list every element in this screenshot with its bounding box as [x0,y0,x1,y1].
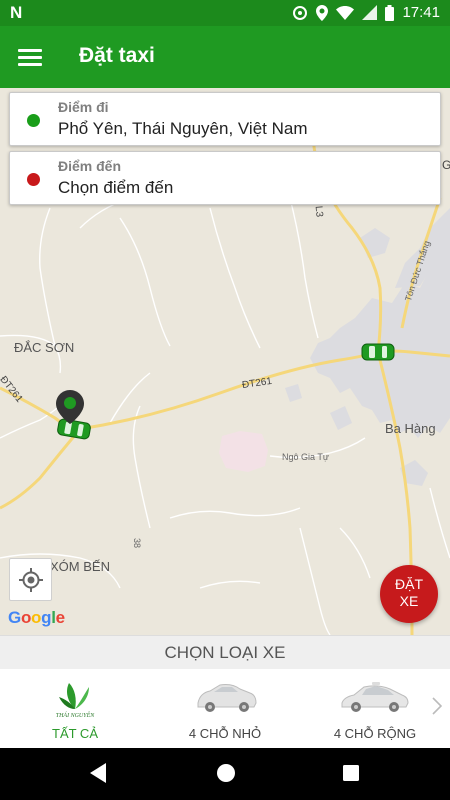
crosshair-icon [19,568,43,592]
status-bar: N 17:41 [0,0,450,26]
car-type-label: 4 CHỖ RỘNG [333,726,417,741]
signal-icon [362,5,378,20]
thai-nguyen-logo-icon: THÁI NGUYÊN [56,683,96,719]
map-label-xom-ben: XÓM BẾN [50,559,110,574]
car-type-label: 4 CHỖ NHỎ [188,726,262,741]
page-title: Đặt taxi [79,44,155,67]
car-type-all[interactable]: THÁI NGUYÊN TẤT CẢ [0,669,150,748]
clock: 17:41 [402,4,440,21]
back-icon[interactable] [88,762,108,784]
taxi-car-marker[interactable] [360,342,396,362]
google-logo: Google [8,608,65,627]
car-type-4-small[interactable]: 4 CHỖ NHỎ [150,669,300,748]
destination-value: Chọn điểm đến [58,178,174,197]
chevron-right-icon[interactable] [432,697,442,715]
destination-field[interactable]: Điểm đến Chọn điểm đến [9,151,441,205]
car-type-4-large[interactable]: 4 CHỖ RỘNG [300,669,450,748]
pickup-value: Phổ Yên, Thái Nguyên, Việt Nam [58,119,308,138]
map-view[interactable]: ĐẮC SƠN ĐT261 ĐT261 Ba Hàng Ngô Gia Tự T… [0,88,450,635]
destination-label: Điểm đến [58,158,122,174]
map-label-edge-g: G [442,158,450,172]
logo-text: THÁI NGUYÊN [56,711,96,719]
menu-icon[interactable] [12,42,48,72]
map-label-ngo-gia-tu: Ngô Gia Tự [282,452,329,462]
system-nav-bar [0,748,450,800]
small-car-icon [197,684,257,712]
pickup-dot-icon [27,114,40,127]
book-taxi-button[interactable]: ĐẶT XE [380,565,438,623]
book-button-line1: ĐẶT [395,576,423,592]
map-label-road-3: L3 [312,205,325,218]
sedan-car-icon [341,682,409,712]
home-icon[interactable] [215,762,237,784]
car-type-label: TẤT CẢ [52,726,98,741]
pickup-field[interactable]: Điểm đi Phổ Yên, Thái Nguyên, Việt Nam [9,92,441,146]
map-label-dac-son: ĐẮC SƠN [14,340,75,355]
book-button-line2: XE [399,593,419,609]
destination-dot-icon [27,173,40,186]
location-icon [316,4,329,21]
sync-icon [293,5,308,20]
pickup-pin-icon[interactable] [56,390,84,424]
car-type-list: THÁI NGUYÊN TẤT CẢ 4 CHỖ NHỎ 4 CHỖ RỘNG [0,669,450,748]
map-label-ba-hang: Ba Hàng [385,421,436,436]
recents-icon[interactable] [342,764,360,782]
battery-icon [385,4,395,21]
car-type-header: CHỌN LOẠI XE [0,635,450,669]
my-location-button[interactable] [9,558,52,601]
pickup-label: Điểm đi [58,99,109,115]
app-bar: Đặt taxi [0,26,450,88]
notification-n-icon: N [10,3,23,22]
wifi-icon [336,5,355,20]
map-label-road-38: 38 [132,537,143,549]
